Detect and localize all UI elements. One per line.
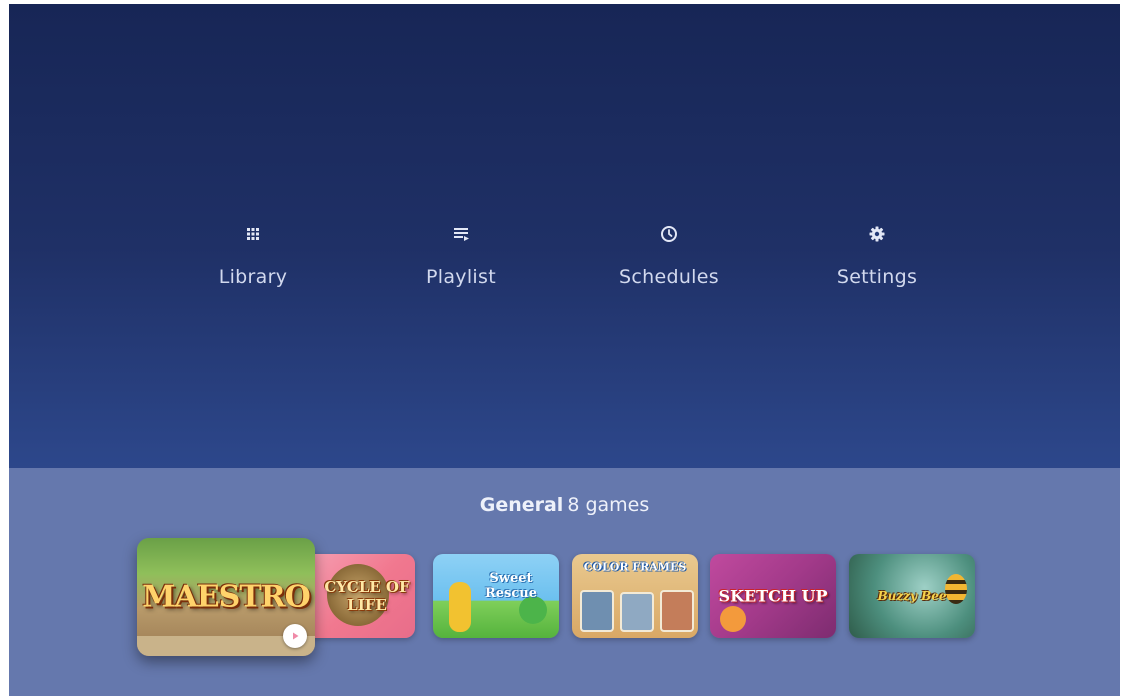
menu-label-schedules: Schedules <box>619 266 719 288</box>
play-icon <box>293 632 299 640</box>
shelf-category: General <box>479 494 564 516</box>
play-button[interactable] <box>283 624 307 648</box>
game-title-sketch-up: SKETCH UP <box>718 586 828 606</box>
game-shelf: General 8 games CYCLE OF LIFE Sweet Rescu… <box>9 468 1120 696</box>
game-tile-sweet-rescue[interactable]: Sweet Rescue <box>433 554 559 638</box>
shelf-game-count: 8 games <box>567 494 650 516</box>
game-title-maestro: MAESTRO <box>142 579 310 615</box>
menu-item-playlist[interactable]: Playlist <box>381 222 541 302</box>
app-screen: Library Playlist Schedules Settings Gene… <box>9 4 1120 696</box>
menu-label-playlist: Playlist <box>426 266 496 288</box>
playlist-icon <box>454 228 469 241</box>
game-title-color-frames: COLOR FRAMES <box>583 560 687 574</box>
main-menu: Library Playlist Schedules Settings <box>9 4 1120 468</box>
menu-label-library: Library <box>218 266 288 288</box>
game-title-cycle-of-life: CYCLE OF LIFE <box>324 578 410 614</box>
shelf-title: General 8 games <box>9 494 1120 516</box>
menu-label-settings: Settings <box>836 266 918 288</box>
game-title-buzzy-bee: Buzzy Bee <box>877 589 947 603</box>
menu-item-settings[interactable]: Settings <box>797 222 957 302</box>
game-tile-buzzy-bee[interactable]: Buzzy Bee <box>849 554 975 638</box>
game-tile-color-frames[interactable]: COLOR FRAMES <box>572 554 698 638</box>
game-tile-maestro[interactable]: MAESTRO <box>137 538 315 656</box>
gear-icon <box>869 226 885 242</box>
menu-item-library[interactable]: Library <box>173 222 333 302</box>
game-tile-sketch-up[interactable]: SKETCH UP <box>710 554 836 638</box>
grid-icon <box>247 228 259 240</box>
game-title-sweet-rescue: Sweet Rescue <box>484 570 538 601</box>
menu-item-schedules[interactable]: Schedules <box>589 222 749 302</box>
clock-icon <box>661 226 677 242</box>
